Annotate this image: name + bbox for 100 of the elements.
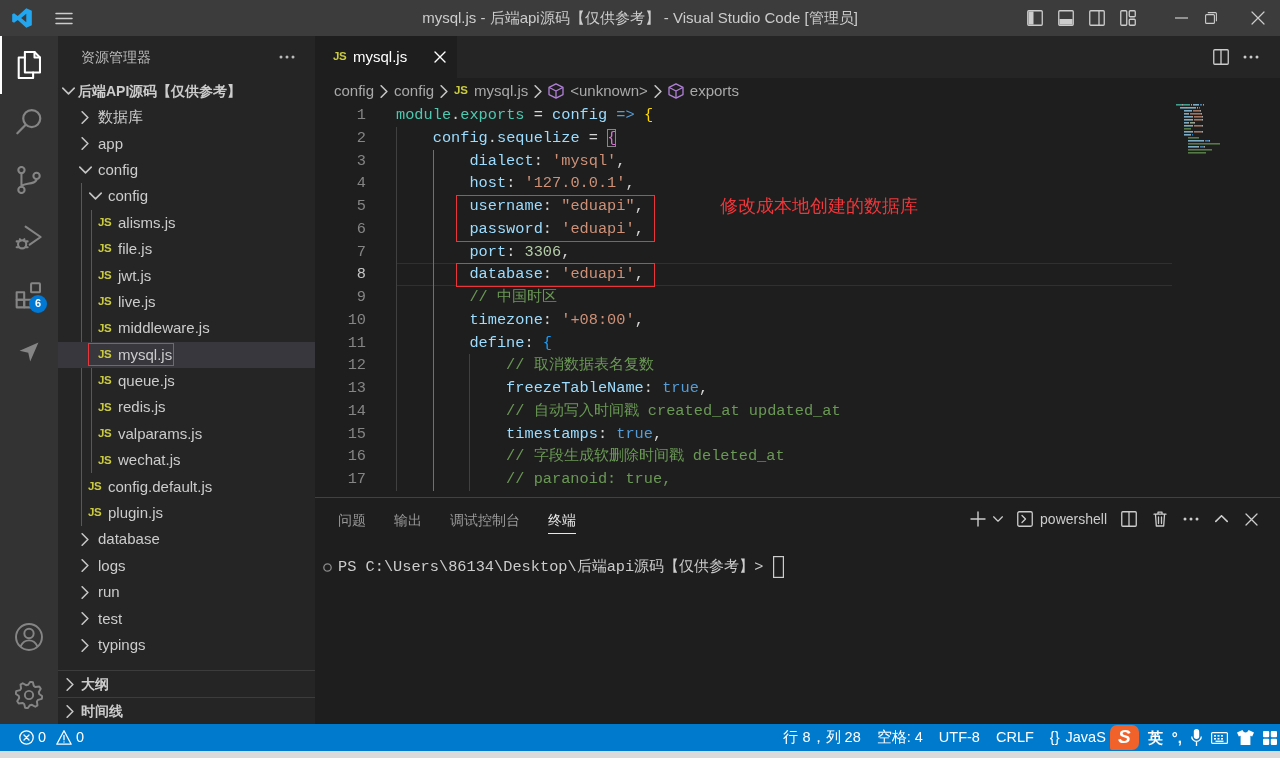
plus-icon[interactable] bbox=[970, 511, 987, 528]
code-line: // paranoid: true, bbox=[506, 469, 672, 490]
tree-item[interactable]: config bbox=[58, 183, 315, 210]
split-editor-icon[interactable] bbox=[1213, 49, 1229, 65]
more-icon[interactable] bbox=[279, 55, 295, 59]
chevron-down-icon bbox=[78, 165, 92, 174]
tree-item[interactable]: JS plugin.js bbox=[58, 499, 315, 527]
source-control-icon[interactable] bbox=[15, 165, 43, 194]
run-debug-icon[interactable] bbox=[15, 223, 43, 252]
editor-tab[interactable]: JS mysql.js bbox=[315, 36, 457, 78]
line-number: 17 bbox=[346, 469, 367, 490]
js-file-icon: JS bbox=[98, 401, 112, 414]
app-logo-icon bbox=[12, 8, 32, 28]
tree-item[interactable]: 数据库 bbox=[58, 104, 315, 131]
warning-count[interactable]: 0 bbox=[76, 728, 85, 747]
tree-item[interactable]: JS middleware.js bbox=[58, 315, 315, 342]
tree-item[interactable]: JS wechat.js bbox=[58, 447, 315, 474]
more-icon[interactable] bbox=[1183, 517, 1199, 522]
status-item[interactable]: 空格: 4 bbox=[876, 728, 923, 747]
chevron-down-icon[interactable] bbox=[993, 516, 1004, 523]
extensions-icon[interactable] bbox=[15, 280, 43, 309]
tree-item[interactable]: app bbox=[58, 130, 315, 157]
settings-icon[interactable] bbox=[15, 681, 43, 709]
search-icon[interactable] bbox=[15, 108, 43, 137]
sidebar-title: 资源管理器 bbox=[81, 48, 151, 66]
js-file-icon: JS bbox=[454, 85, 469, 97]
tree-item[interactable]: JS file.js bbox=[58, 235, 315, 263]
breadcrumb-item[interactable]: config bbox=[334, 82, 375, 100]
account-icon[interactable] bbox=[15, 623, 43, 651]
minimap-drawing[interactable] bbox=[1176, 104, 1220, 154]
status-item[interactable]: UTF-8 bbox=[938, 728, 980, 747]
chevron-right-icon bbox=[81, 137, 89, 151]
tree-item[interactable]: database bbox=[58, 526, 315, 553]
error-icon[interactable] bbox=[19, 730, 34, 745]
tree-item[interactable]: JS valparams.js bbox=[58, 420, 315, 448]
shirt-icon[interactable] bbox=[1237, 730, 1254, 745]
js-file-icon: JS bbox=[98, 428, 112, 440]
warning-icon[interactable] bbox=[56, 730, 73, 745]
update-count-badge: 6 bbox=[29, 295, 47, 313]
tree-item[interactable]: run bbox=[58, 579, 315, 606]
files-icon[interactable] bbox=[15, 50, 43, 79]
cube-icon bbox=[548, 83, 565, 99]
ime-mode[interactable]: 英 bbox=[1147, 728, 1163, 747]
js-file-icon: JS bbox=[98, 243, 112, 255]
tree-item[interactable]: test bbox=[58, 605, 315, 632]
restore-icon[interactable] bbox=[1205, 12, 1217, 24]
panel-tab[interactable]: 输出 bbox=[394, 504, 422, 535]
tree-item[interactable]: JS mysql.js bbox=[58, 341, 315, 368]
language-mode[interactable]: JavaS bbox=[1065, 728, 1106, 747]
folder-header[interactable]: 后端API源码【仅供参考】 bbox=[58, 78, 315, 104]
chevron-right-icon bbox=[81, 532, 89, 546]
trash-icon[interactable] bbox=[1153, 511, 1167, 528]
layout-icon[interactable] bbox=[1120, 10, 1136, 26]
breadcrumb-item[interactable]: JS mysql.js bbox=[454, 82, 529, 100]
line-number: 11 bbox=[346, 332, 367, 354]
line-number: 14 bbox=[346, 400, 367, 422]
panel-tab[interactable]: 终端 bbox=[548, 504, 576, 535]
breadcrumb-item[interactable]: config bbox=[394, 82, 435, 100]
terminal-prompt: PS C:\Users\86134\Desktop\后端api源码【仅供参考】> bbox=[338, 557, 764, 577]
split-terminal-icon[interactable] bbox=[1121, 511, 1137, 528]
status-item[interactable]: CRLF bbox=[995, 728, 1034, 747]
keyboard-icon[interactable] bbox=[1211, 731, 1228, 744]
line-number: 9 bbox=[355, 287, 367, 308]
tree-item[interactable]: JS alisms.js bbox=[58, 209, 315, 236]
tree-item[interactable]: JS redis.js bbox=[58, 394, 315, 421]
microphone-icon[interactable] bbox=[1191, 729, 1202, 746]
terminal-selector[interactable]: powershell bbox=[1017, 511, 1107, 528]
tree-item[interactable]: JS config.default.js bbox=[58, 473, 315, 500]
tree-item[interactable]: config bbox=[58, 156, 315, 184]
tree-item[interactable]: JS queue.js bbox=[58, 367, 315, 395]
line-number: 8 bbox=[355, 264, 367, 286]
panel-tab[interactable]: 问题 bbox=[338, 504, 366, 535]
panel-toggle-icon[interactable] bbox=[1058, 10, 1074, 26]
code-line: dialect: 'mysql', bbox=[469, 150, 626, 172]
breadcrumb-item[interactable]: exports bbox=[667, 82, 739, 100]
tree-item[interactable]: typings bbox=[58, 631, 315, 659]
secondary-sidebar-toggle-icon[interactable] bbox=[1089, 10, 1105, 26]
chevron-right-icon bbox=[81, 559, 89, 573]
close-icon[interactable] bbox=[1245, 513, 1258, 526]
navigation-arrow-icon[interactable] bbox=[19, 342, 39, 363]
breadcrumb-item[interactable]: <unknown> bbox=[548, 82, 648, 100]
language-icon[interactable]: {} bbox=[1049, 728, 1060, 747]
status-item[interactable]: 行 8，列 28 bbox=[783, 728, 861, 747]
apps-grid-icon[interactable] bbox=[1263, 730, 1277, 745]
menu-icon[interactable] bbox=[55, 11, 73, 25]
ime-punctuation[interactable]: °, bbox=[1171, 728, 1182, 747]
section-header[interactable]: 大纲 bbox=[58, 670, 315, 697]
code-line: // 取消数据表名复数 bbox=[506, 355, 654, 377]
panel-tab[interactable]: 调试控制台 bbox=[450, 504, 520, 535]
tree-item[interactable]: JS live.js bbox=[58, 288, 315, 316]
code-line: password: 'eduapi', bbox=[469, 218, 644, 240]
close-icon[interactable] bbox=[1251, 11, 1265, 25]
error-count[interactable]: 0 bbox=[38, 728, 47, 747]
tree-item[interactable]: JS jwt.js bbox=[58, 262, 315, 289]
primary-sidebar-toggle-icon[interactable] bbox=[1027, 10, 1043, 26]
tree-item[interactable]: logs bbox=[58, 552, 315, 580]
more-icon[interactable] bbox=[1243, 55, 1259, 59]
chevron-up-icon[interactable] bbox=[1215, 515, 1228, 524]
chevron-right-icon bbox=[66, 677, 74, 691]
code-line: timestamps: true, bbox=[506, 423, 663, 445]
